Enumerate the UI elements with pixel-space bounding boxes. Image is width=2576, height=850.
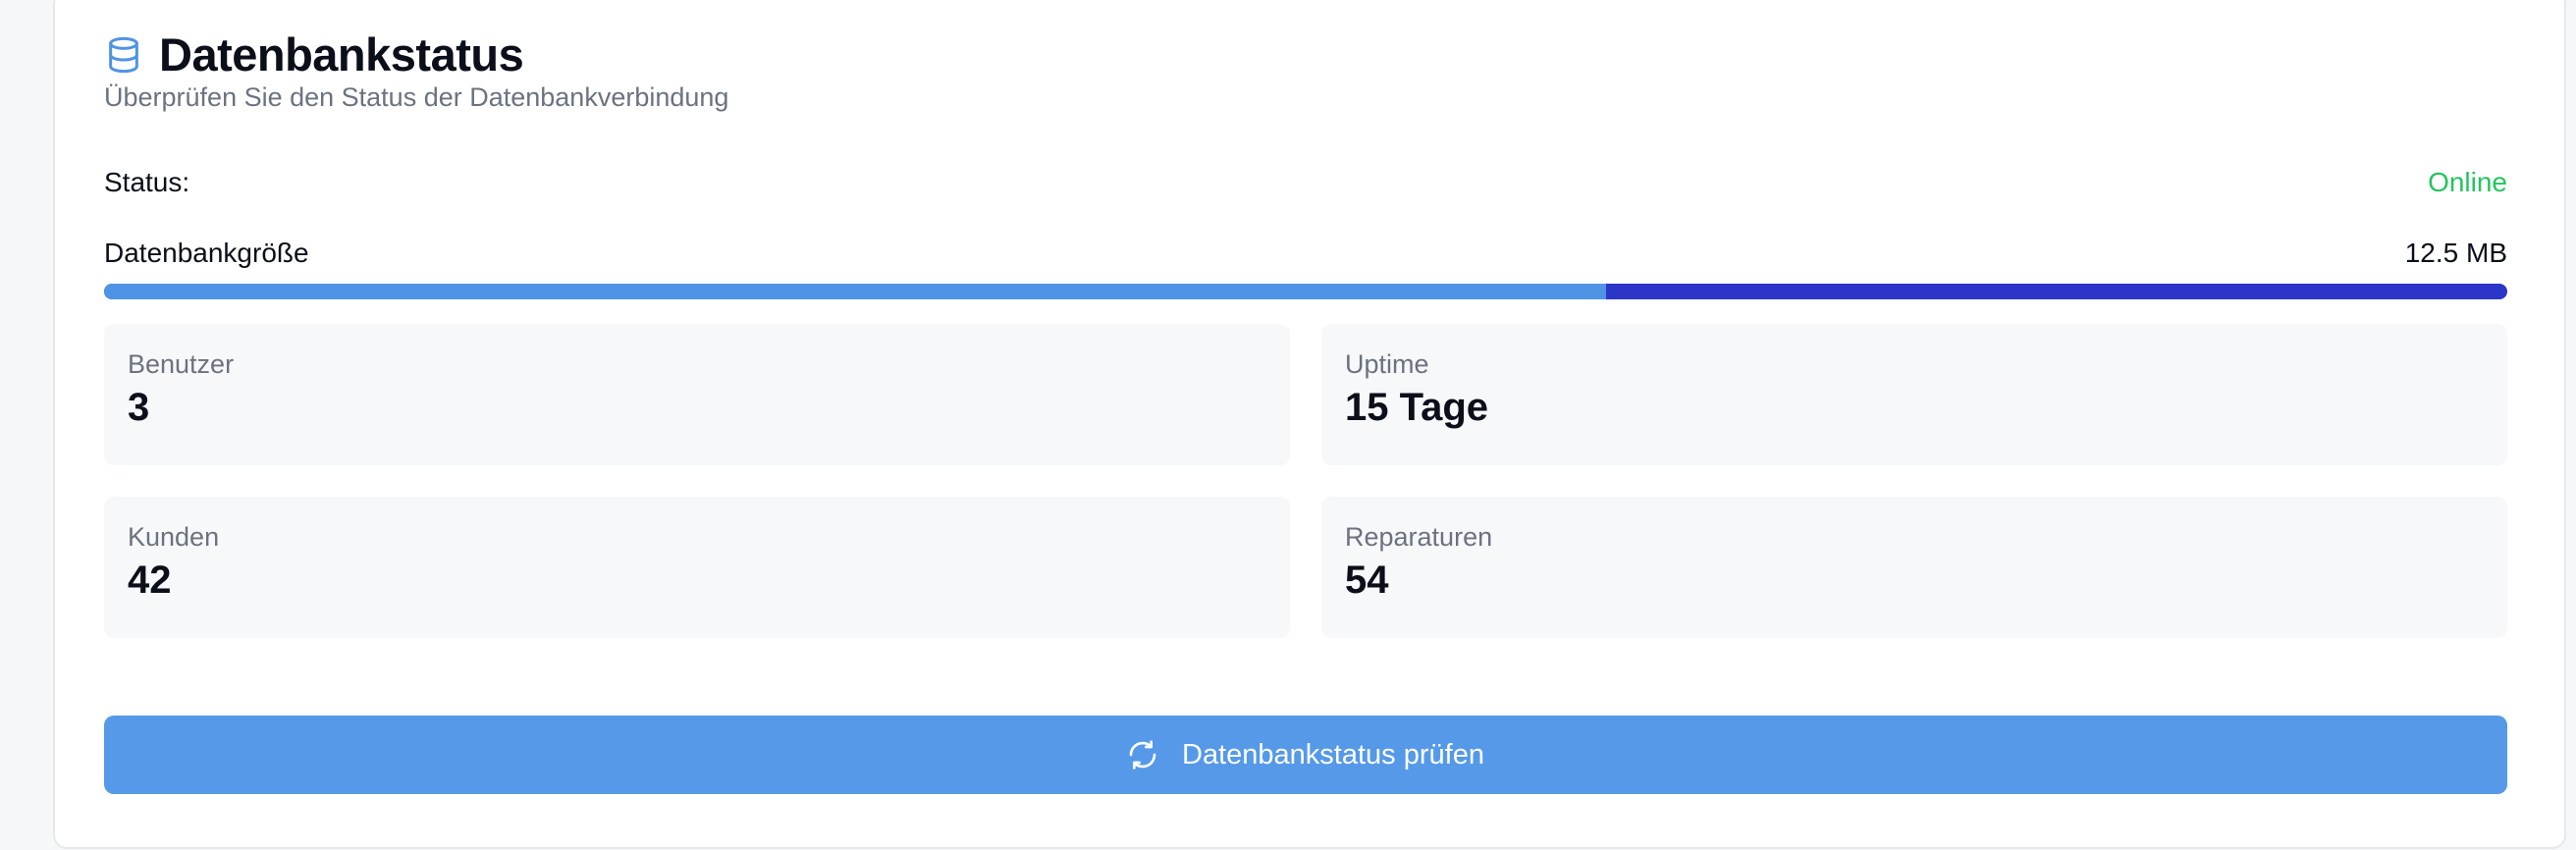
database-status-card: Datenbankstatus Überprüfen Sie den Statu… [53, 0, 2566, 849]
card-header: Datenbankstatus [104, 27, 524, 81]
check-database-status-label: Datenbankstatus prüfen [1182, 738, 1484, 770]
status-badge: Online [2428, 167, 2507, 197]
stat-value: 54 [1345, 558, 1389, 602]
progress-fill [104, 284, 1606, 299]
stat-label: Uptime [1345, 349, 1429, 379]
database-size-row: Datenbankgröße 12.5 MB [104, 238, 2507, 269]
page-title: Datenbankstatus [159, 28, 524, 80]
refresh-icon [1129, 740, 1156, 770]
stat-value: 3 [128, 386, 150, 429]
stats-grid: Benutzer 3 Uptime 15 Tage Kunden 42 Repa… [104, 324, 2507, 638]
stat-label: Benutzer [128, 349, 235, 379]
status-row: Status: Online [104, 167, 2507, 198]
stat-value: 15 Tage [1345, 386, 1488, 429]
stat-value: 42 [128, 558, 172, 602]
database-size-progress [104, 284, 2507, 299]
card-subtitle: Überprüfen Sie den Status der Datenbankv… [104, 82, 729, 112]
stat-card-uptime: Uptime 15 Tage [1321, 324, 2507, 465]
stat-card-repairs: Reparaturen 54 [1321, 497, 2507, 638]
database-size-label: Datenbankgröße [104, 238, 309, 268]
stat-label: Kunden [128, 522, 220, 552]
stat-label: Reparaturen [1345, 522, 1493, 552]
database-icon [109, 36, 138, 73]
stat-card-users: Benutzer 3 [104, 324, 1290, 465]
check-database-status-button[interactable]: Datenbankstatus prüfen [104, 716, 2507, 794]
stat-card-customers: Kunden 42 [104, 497, 1290, 638]
database-size-value: 12.5 MB [2404, 238, 2507, 268]
status-label: Status: [104, 167, 190, 197]
